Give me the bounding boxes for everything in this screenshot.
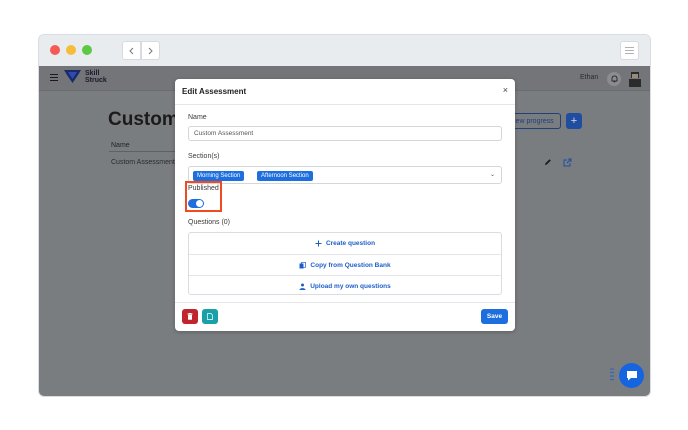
chat-widget-button[interactable] [619,363,644,388]
toggle-knob [196,200,203,207]
table-column-name: Name [111,142,130,149]
user-avatar-icon[interactable] [628,71,642,87]
chevron-down-icon[interactable]: ⌄ [490,171,495,178]
published-toggle[interactable] [188,199,204,208]
copy-from-bank-button[interactable]: Copy from Question Bank [189,254,501,275]
document-icon [207,313,213,320]
user-name[interactable]: Ethan [580,74,598,81]
logo-text-line1: Skill [85,69,100,77]
create-question-label: Create question [325,240,376,247]
maximize-window-button[interactable] [82,45,92,55]
published-label: Published [188,185,219,192]
modal-title: Edit Assessment [182,87,247,96]
table-row-name[interactable]: Custom Assessment [111,159,175,166]
view-progress-button[interactable]: iew progress [507,113,561,129]
question-actions-list: Create question Copy from Question Bank … [188,232,502,295]
questions-label: Questions (0) [188,219,231,226]
section-chip[interactable]: Afternoon Section [257,171,313,181]
upload-questions-label: Upload my own questions [310,282,391,290]
page-title: Custom [108,109,179,130]
upload-questions-button[interactable]: Upload my own questions [189,275,501,296]
chat-icon [626,371,637,381]
trash-icon [187,313,193,320]
modal-header-divider [175,104,515,105]
browser-window: Skill Struck Ethan Custom iew progress +… [38,34,651,397]
bell-icon [611,75,617,83]
external-link-icon[interactable] [563,158,572,167]
chevron-right-icon [148,47,153,54]
upload-user-icon [299,283,306,290]
delete-button[interactable] [182,309,198,324]
sections-label: Section(s) [188,153,220,160]
browser-forward-button[interactable] [141,41,160,60]
copy-icon [299,261,307,268]
sections-select[interactable]: Morning Section Afternoon Section ⌄ [188,166,502,184]
hamburger-menu-icon [625,47,634,54]
document-button[interactable] [202,309,218,324]
create-question-button[interactable]: Create question [189,233,501,254]
add-assessment-button[interactable]: + [566,113,582,129]
pencil-icon[interactable] [544,158,552,166]
drag-handle-icon[interactable] [610,368,614,381]
name-label: Name [188,114,207,121]
logo-shield-icon [64,70,81,83]
notifications-button[interactable] [607,72,621,86]
close-window-button[interactable] [50,45,60,55]
chevron-left-icon [129,47,134,54]
section-chip[interactable]: Morning Section [193,171,245,181]
browser-menu-button[interactable] [620,41,639,60]
modal-close-button[interactable]: × [503,85,508,95]
sidebar-toggle-icon[interactable] [50,74,58,81]
save-button[interactable]: Save [481,309,508,324]
browser-back-button[interactable] [122,41,141,60]
skillstruck-logo[interactable]: Skill Struck [64,69,107,84]
plus-icon [315,240,322,247]
copy-from-bank-label: Copy from Question Bank [310,261,391,269]
edit-assessment-modal: Edit Assessment × Name Custom Assessment… [175,79,515,331]
logo-text-line2: Struck [85,76,107,84]
modal-footer-divider [175,302,515,303]
browser-titlebar [39,35,650,66]
minimize-window-button[interactable] [66,45,76,55]
name-input[interactable]: Custom Assessment [188,126,502,141]
